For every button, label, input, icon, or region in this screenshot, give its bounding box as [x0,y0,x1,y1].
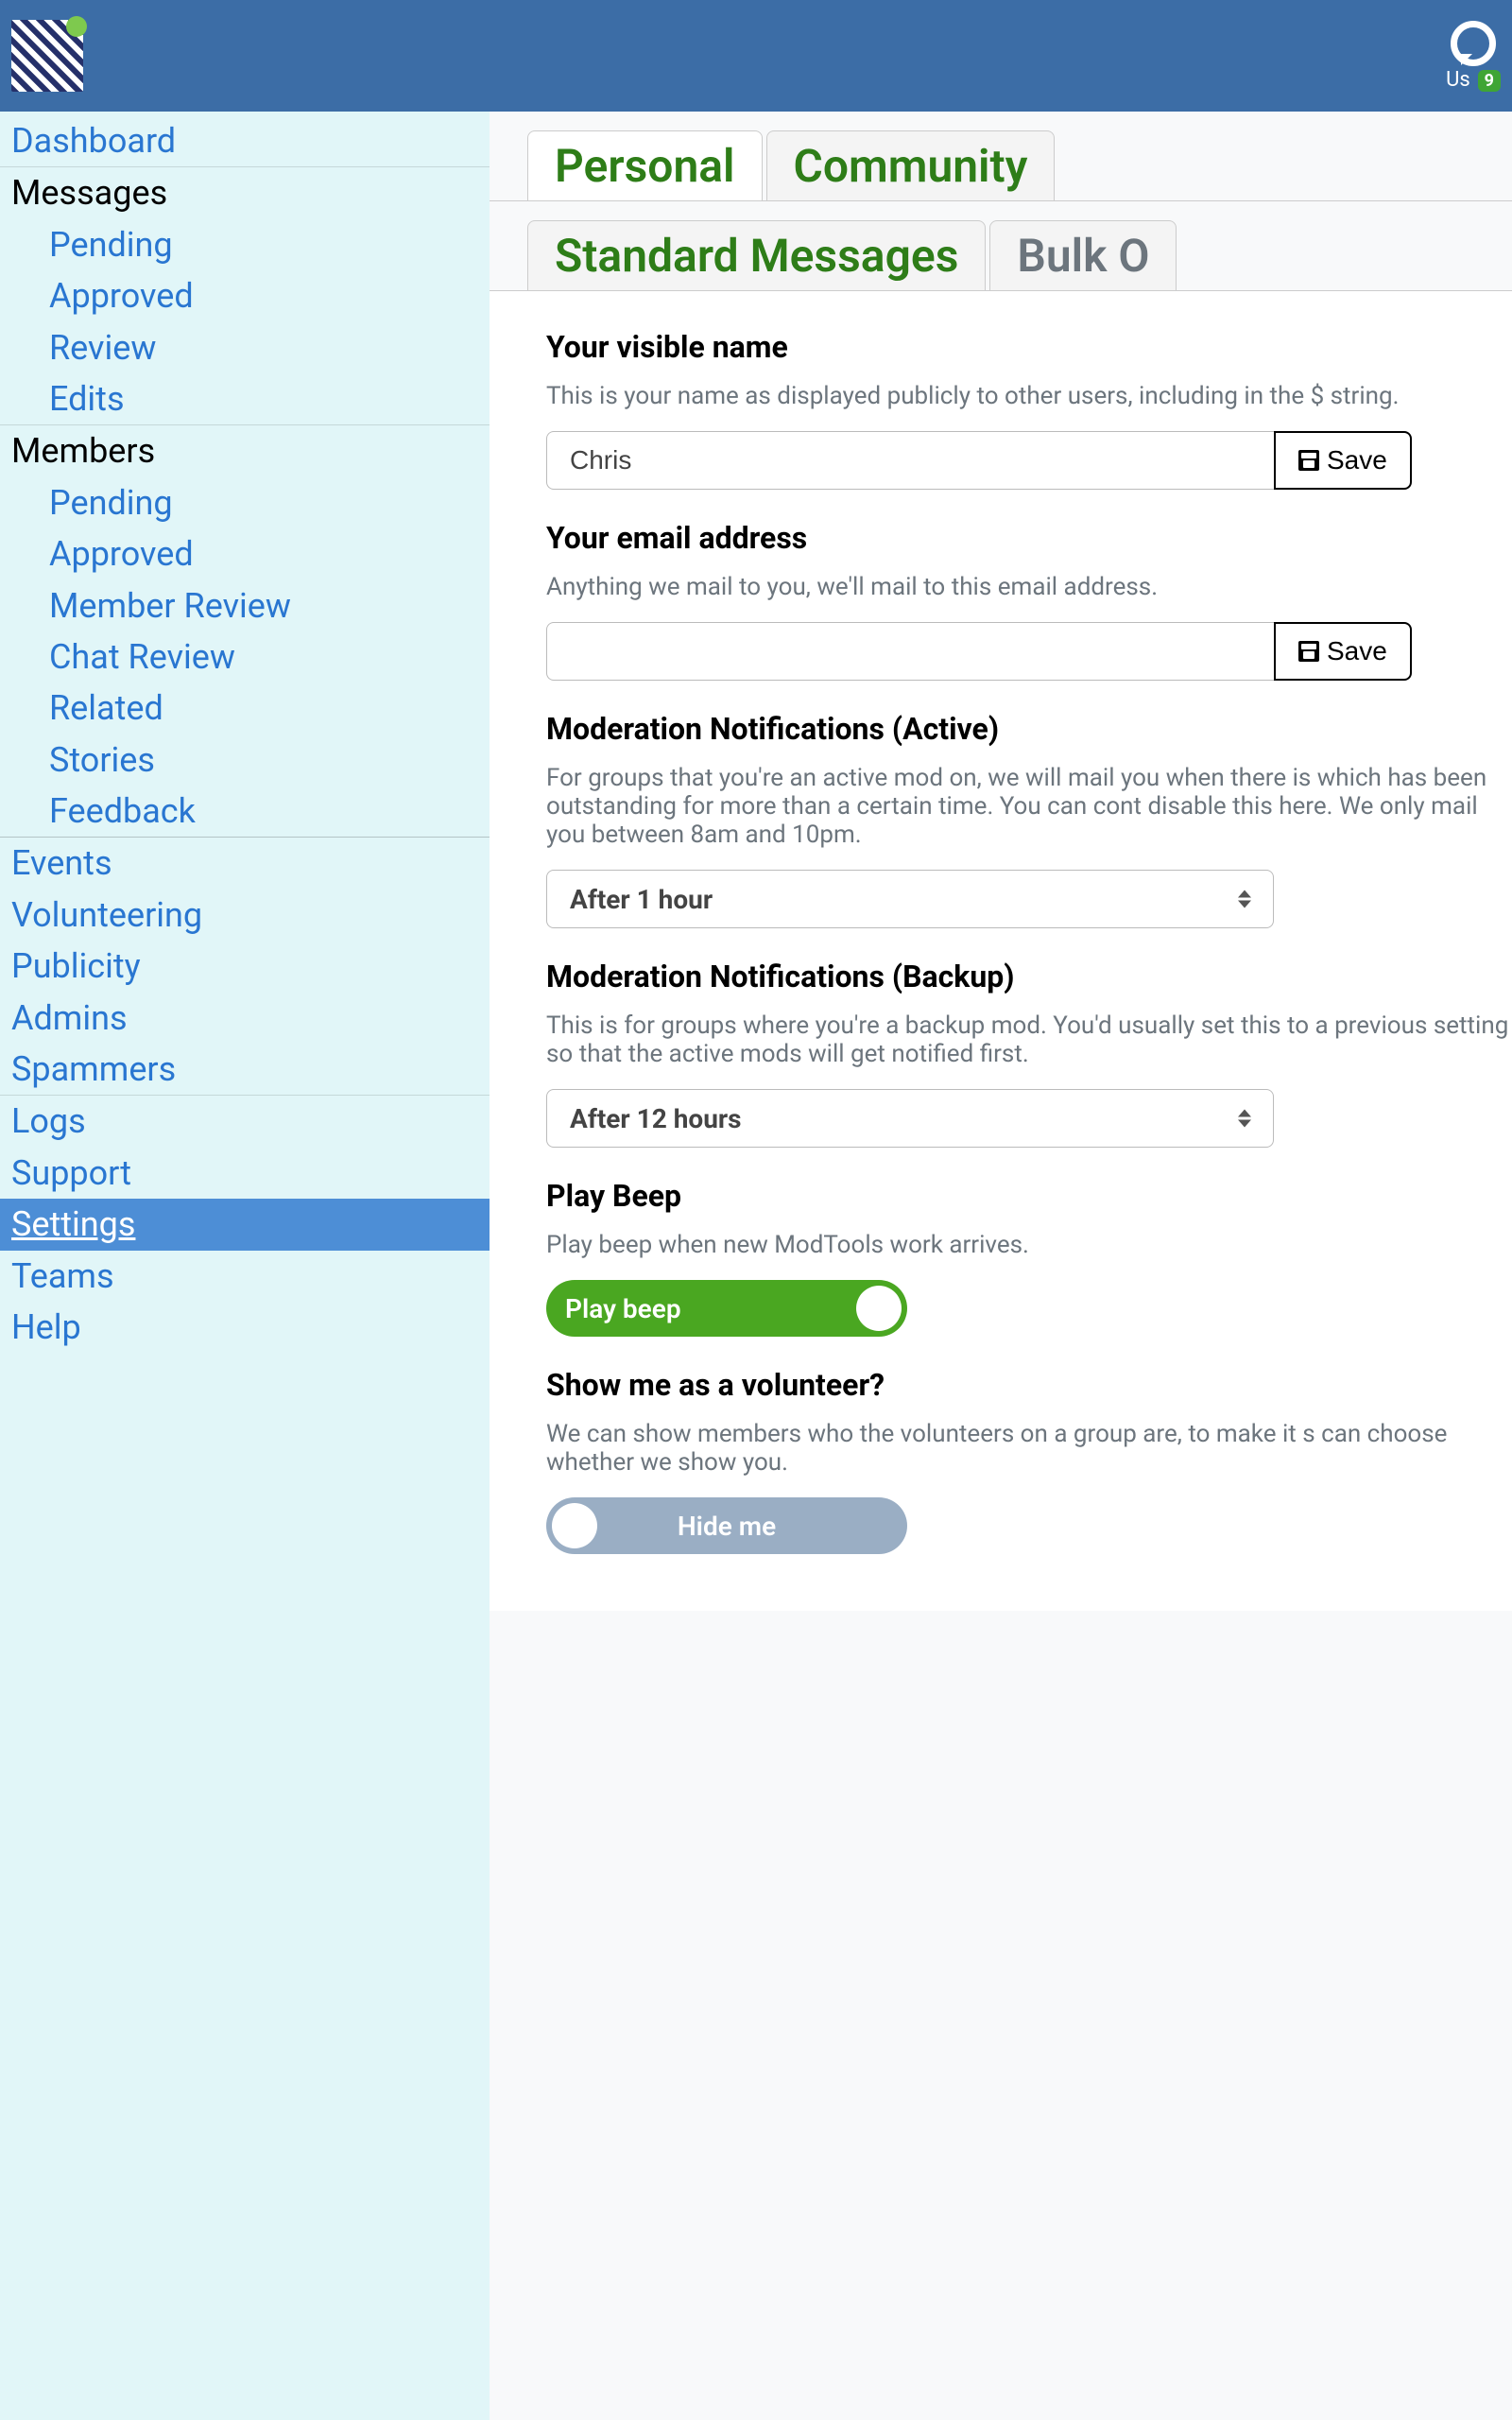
header-us-label: Us [1446,68,1470,92]
email-input[interactable] [546,622,1274,681]
select-caret-icon [1238,890,1251,908]
mod-backup-desc: This is for groups where you're a backup… [546,1011,1512,1068]
sidebar-item-spammers[interactable]: Spammers [0,1044,490,1096]
mod-active-desc: For groups that you're an active mod on,… [546,764,1512,849]
play-beep-label: Play beep [565,1293,681,1324]
visible-name-desc: This is your name as displayed publicly … [546,382,1512,410]
mod-active-select[interactable]: After 1 hour [546,870,1274,928]
save-label: Save [1327,636,1387,666]
visible-name-input[interactable] [546,431,1274,490]
sidebar-item-chat-review[interactable]: Chat Review [0,631,490,683]
sidebar-item-settings[interactable]: Settings [0,1199,490,1250]
mod-active-value: After 1 hour [570,884,713,915]
visible-name-save-button[interactable]: Save [1274,431,1412,490]
sidebar-item-stories[interactable]: Stories [0,735,490,786]
sidebar-group-messages: Messages [0,167,490,218]
sidebar-item-teams[interactable]: Teams [0,1251,490,1302]
sidebar-item-dashboard[interactable]: Dashboard [0,115,490,167]
mod-backup-title: Moderation Notifications (Backup) [546,959,1512,994]
toggle-knob [856,1286,902,1331]
email-save-button[interactable]: Save [1274,622,1412,681]
toggle-knob [552,1503,597,1548]
save-icon [1298,450,1319,471]
save-icon [1298,641,1319,662]
sidebar-item-messages-review[interactable]: Review [0,322,490,373]
sidebar: Dashboard Messages Pending Approved Revi… [0,112,490,2420]
sidebar-item-publicity[interactable]: Publicity [0,941,490,992]
sidebar-item-logs[interactable]: Logs [0,1096,490,1147]
header-chat[interactable]: Us 9 [1446,21,1501,92]
volunteer-toggle[interactable]: Hide me [546,1497,907,1554]
tabs-row-1: Personal Community [490,112,1512,200]
volunteer-toggle-label: Hide me [678,1511,776,1542]
settings-panel: Your visible name This is your name as d… [490,290,1512,1611]
sidebar-item-volunteering[interactable]: Volunteering [0,890,490,941]
sidebar-item-help[interactable]: Help [0,1302,490,1353]
sidebar-item-members-approved[interactable]: Approved [0,528,490,579]
sidebar-item-members-pending[interactable]: Pending [0,477,490,528]
sidebar-item-events[interactable]: Events [0,838,490,889]
sidebar-item-messages-edits[interactable]: Edits [0,373,490,425]
volunteer-title: Show me as a volunteer? [546,1367,1512,1403]
logo-wrap[interactable] [11,20,83,92]
app-header: Us 9 [0,0,1512,112]
main-content: Personal Community Standard Messages Bul… [490,112,1512,2420]
beep-desc: Play beep when new ModTools work arrives… [546,1231,1512,1259]
save-label: Save [1327,445,1387,475]
beep-title: Play Beep [546,1178,1512,1214]
header-us-badge: 9 [1478,70,1501,92]
tab-bulk-ops[interactable]: Bulk O [989,220,1177,290]
tab-standard-messages[interactable]: Standard Messages [527,220,986,290]
tab-community[interactable]: Community [766,130,1056,200]
play-beep-toggle[interactable]: Play beep [546,1280,907,1337]
tabs-row-2: Standard Messages Bulk O [490,200,1512,290]
sidebar-item-support[interactable]: Support [0,1148,490,1199]
select-caret-icon [1238,1110,1251,1128]
volunteer-desc: We can show members who the volunteers o… [546,1420,1512,1477]
tab-personal[interactable]: Personal [527,130,763,200]
visible-name-title: Your visible name [546,329,1512,365]
sidebar-item-member-review[interactable]: Member Review [0,580,490,631]
status-online-icon [66,16,87,37]
mod-backup-value: After 12 hours [570,1103,742,1134]
sidebar-item-admins[interactable]: Admins [0,993,490,1044]
mod-backup-select[interactable]: After 12 hours [546,1089,1274,1148]
email-desc: Anything we mail to you, we'll mail to t… [546,573,1512,601]
sidebar-group-members: Members [0,425,490,476]
mod-active-title: Moderation Notifications (Active) [546,711,1512,747]
sidebar-item-messages-approved[interactable]: Approved [0,270,490,321]
chat-icon [1451,21,1496,66]
sidebar-item-feedback[interactable]: Feedback [0,786,490,838]
sidebar-item-related[interactable]: Related [0,683,490,734]
email-title: Your email address [546,520,1512,556]
sidebar-item-messages-pending[interactable]: Pending [0,219,490,270]
